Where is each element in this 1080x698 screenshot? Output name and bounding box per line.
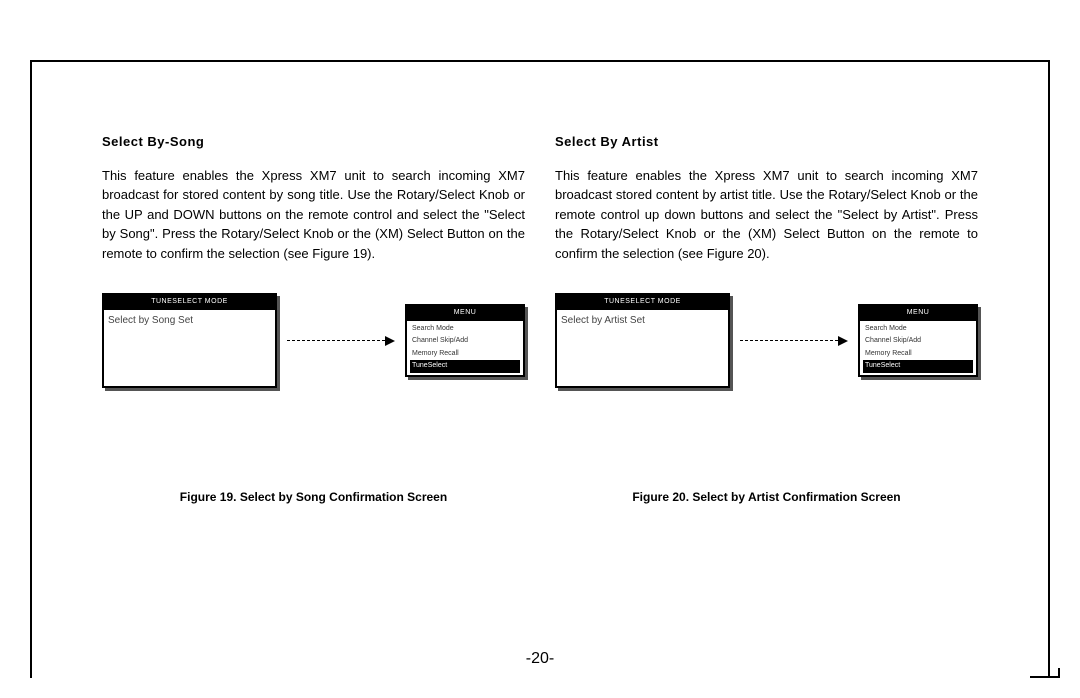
content-area: Select By-Song This feature enables the … <box>32 62 1048 678</box>
left-screen-title: TUNESELECT MODE <box>104 295 275 310</box>
left-body: This feature enables the Xpress XM7 unit… <box>102 166 525 264</box>
corner-mark <box>1030 668 1060 678</box>
left-figure: TUNESELECT MODE Select by Song Set MENU … <box>102 293 525 388</box>
page-frame: Select By-Song This feature enables the … <box>30 60 1050 678</box>
right-menu: MENU Search Mode Channel Skip/Add Memory… <box>858 304 978 377</box>
left-column: Select By-Song This feature enables the … <box>102 132 525 638</box>
menu-item: Search Mode <box>410 323 520 336</box>
menu-item: Memory Recall <box>410 348 520 361</box>
menu-item: Channel Skip/Add <box>863 335 973 348</box>
menu-item-selected: TuneSelect <box>410 360 520 373</box>
menu-item: Channel Skip/Add <box>410 335 520 348</box>
right-screen-line: Select by Artist Set <box>557 310 728 331</box>
menu-item: Search Mode <box>863 323 973 336</box>
left-menu-title: MENU <box>407 306 523 321</box>
page-number: -20- <box>526 650 554 668</box>
left-menu: MENU Search Mode Channel Skip/Add Memory… <box>405 304 525 377</box>
right-screen-title: TUNESELECT MODE <box>557 295 728 310</box>
menu-item: Memory Recall <box>863 348 973 361</box>
right-heading: Select By Artist <box>555 132 978 152</box>
left-screen: TUNESELECT MODE Select by Song Set <box>102 293 277 388</box>
left-screen-line: Select by Song Set <box>104 310 275 331</box>
arrow-icon <box>740 336 848 346</box>
right-caption: Figure 20. Select by Artist Confirmation… <box>555 488 978 506</box>
right-menu-title: MENU <box>860 306 976 321</box>
left-menu-body: Search Mode Channel Skip/Add Memory Reca… <box>407 321 523 375</box>
right-figure: TUNESELECT MODE Select by Artist Set MEN… <box>555 293 978 388</box>
left-caption: Figure 19. Select by Song Confirmation S… <box>102 488 525 506</box>
menu-item-selected: TuneSelect <box>863 360 973 373</box>
right-screen: TUNESELECT MODE Select by Artist Set <box>555 293 730 388</box>
right-menu-body: Search Mode Channel Skip/Add Memory Reca… <box>860 321 976 375</box>
right-column: Select By Artist This feature enables th… <box>555 132 978 638</box>
right-body: This feature enables the Xpress XM7 unit… <box>555 166 978 264</box>
left-heading: Select By-Song <box>102 132 525 152</box>
arrow-icon <box>287 336 395 346</box>
